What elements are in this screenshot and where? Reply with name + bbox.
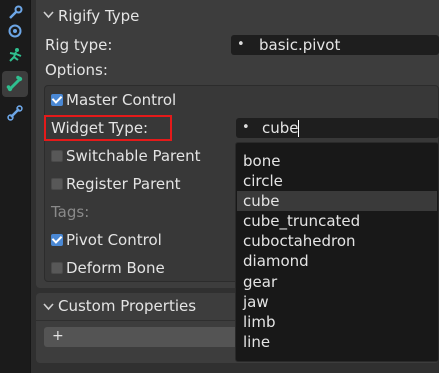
rig-type-field[interactable]: • basic.pivot [231, 35, 439, 55]
master-control-label[interactable]: Master Control [66, 90, 176, 110]
physics-tab[interactable] [2, 18, 28, 44]
widget-type-dropdown: bone circle cube cube_truncated cuboctah… [235, 142, 439, 362]
pose-icon [9, 48, 22, 62]
rig-type-value: basic.pivot [259, 36, 341, 54]
switchable-parent-label[interactable]: Switchable Parent [66, 146, 201, 166]
deform-bone-checkbox[interactable] [51, 262, 63, 274]
bullet-icon: • [237, 37, 245, 52]
rigify-type-panel-header[interactable]: Rigify Type [36, 3, 439, 29]
pivot-control-checkbox[interactable] [51, 234, 63, 246]
register-parent-checkbox[interactable] [51, 178, 63, 190]
chevron-down-icon [43, 303, 54, 311]
dropdown-item-cuboctahedron[interactable]: cuboctahedron [237, 231, 437, 251]
bone-constraint-tab[interactable] [2, 100, 28, 126]
dropdown-item-circle[interactable]: circle [237, 171, 437, 191]
pose-tab[interactable] [2, 43, 28, 69]
add-label: + [52, 328, 64, 344]
widget-type-search-field[interactable]: • cube [236, 118, 439, 138]
dropdown-item-bone[interactable]: bone [237, 151, 437, 171]
bone-constraint-icon [7, 105, 23, 121]
chevron-down-icon [43, 11, 54, 19]
rig-type-label: Rig type: [45, 36, 113, 54]
dropdown-item-diamond[interactable]: diamond [237, 251, 437, 271]
rigify-type-title: Rigify Type [58, 7, 140, 25]
physics-icon [8, 24, 22, 38]
dropdown-item-jaw[interactable]: jaw [237, 292, 437, 312]
bone-icon [6, 75, 23, 92]
text-cursor [298, 120, 299, 137]
dropdown-item-line[interactable]: line [237, 332, 437, 352]
register-parent-label[interactable]: Register Parent [66, 174, 181, 194]
widget-type-label: Widget Type: [51, 119, 149, 137]
switchable-parent-checkbox[interactable] [51, 150, 63, 162]
deform-bone-label[interactable]: Deform Bone [66, 258, 165, 278]
dropdown-item-cube[interactable]: cube [237, 191, 437, 211]
master-control-checkbox[interactable] [51, 94, 63, 106]
bone-tab[interactable] [2, 71, 28, 97]
widget-type-value: cube [262, 119, 299, 137]
properties-tab-bar [0, 0, 30, 373]
custom-properties-title: Custom Properties [58, 297, 197, 315]
pivot-control-label[interactable]: Pivot Control [66, 230, 162, 250]
tags-label: Tags: [51, 203, 90, 221]
dropdown-item-limb[interactable]: limb [237, 312, 437, 332]
bullet-icon: • [242, 120, 250, 135]
dropdown-item-gear[interactable]: gear [237, 272, 437, 292]
options-label: Options: [45, 61, 108, 79]
dropdown-item-cube-truncated[interactable]: cube_truncated [237, 211, 437, 231]
